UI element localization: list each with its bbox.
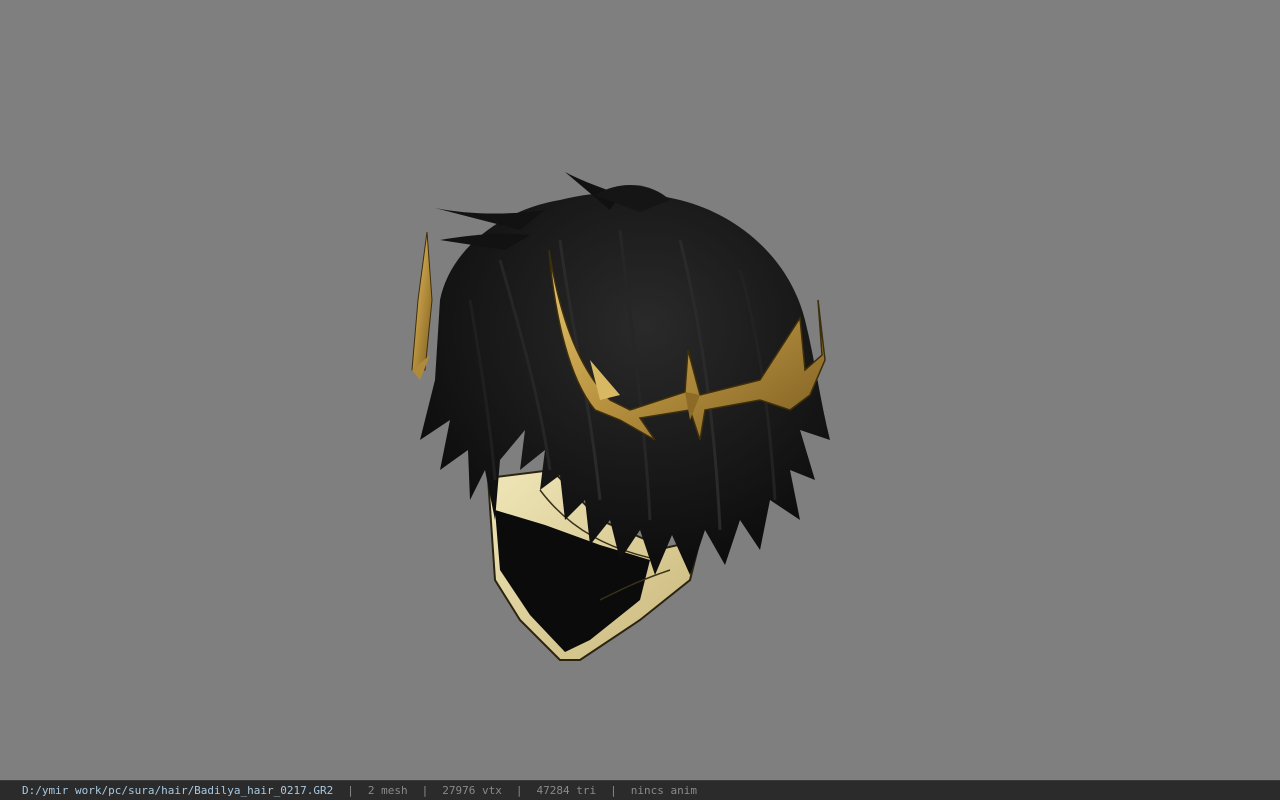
separator: | xyxy=(515,784,523,797)
separator: | xyxy=(610,784,617,797)
file-path: D:/ymir work/pc/sura/hair/Badilya_hair_0… xyxy=(22,784,334,797)
separator: | xyxy=(421,784,429,797)
animation-status: nincs anim xyxy=(630,784,697,797)
mesh-count: 2 mesh xyxy=(367,784,408,797)
left-ear-ornament xyxy=(411,231,433,380)
status-bar: D:/ymir work/pc/sura/hair/Badilya_hair_0… xyxy=(0,780,1280,800)
hair-model-render xyxy=(411,172,830,661)
vertex-count: 27976 vtx xyxy=(442,784,502,797)
separator: | xyxy=(347,784,354,797)
3d-viewport[interactable] xyxy=(0,0,1280,780)
triangle-count: 47284 tri xyxy=(536,784,597,797)
